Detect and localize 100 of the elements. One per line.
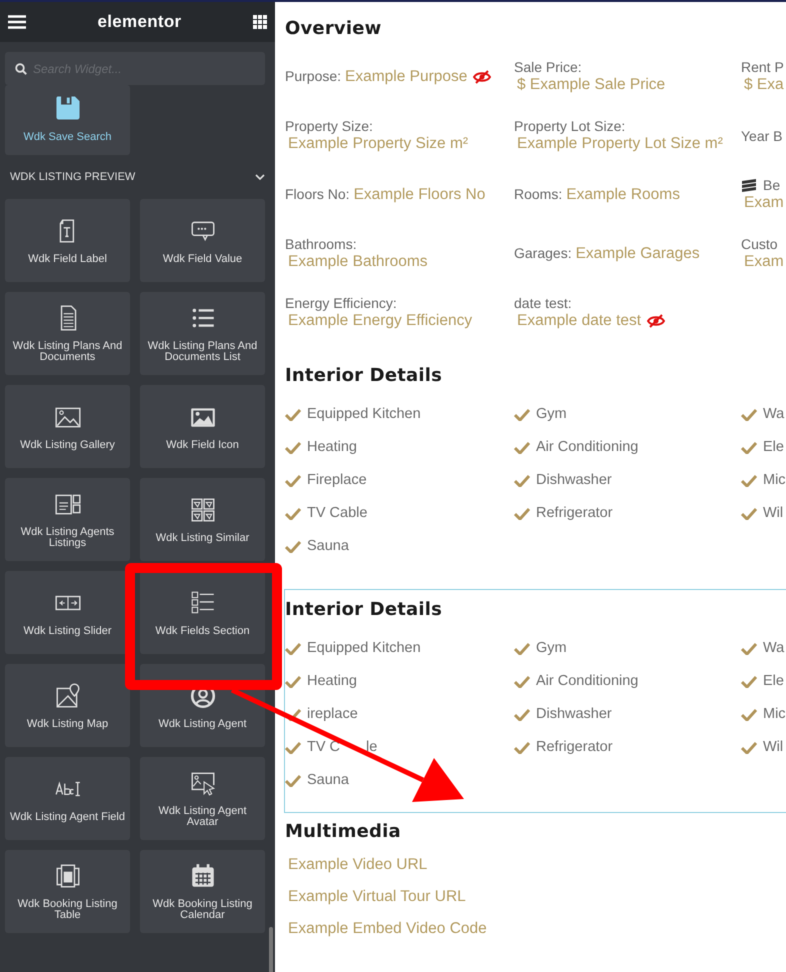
amenity-label: Refrigerator [536, 505, 613, 521]
amenity-label: Refrigerator [536, 739, 613, 755]
chevron-icon[interactable] [255, 174, 265, 180]
check-icon [285, 642, 301, 654]
grid-icon [188, 496, 216, 524]
field-value: Exam [743, 193, 784, 212]
amenity-label: Ele [763, 673, 784, 689]
field-label: Property Size: [285, 118, 373, 134]
elementor-logo: elementor [98, 12, 182, 32]
widget-card[interactable]: Wdk Listing Similar [140, 478, 265, 561]
field-value: Example Garages [576, 244, 700, 263]
widget-card[interactable]: Wdk Field Value [140, 199, 265, 282]
scrollbar-thumb[interactable] [269, 927, 273, 972]
widget-card[interactable]: Wdk Listing Gallery [5, 385, 130, 468]
widget-card[interactable]: Wdk Field Label [5, 199, 130, 282]
amenity-label: Equipped Kitchen [307, 406, 421, 422]
field-value: $ Example Sale Price [516, 75, 666, 94]
amenity-label: Wa [763, 640, 784, 656]
amenity-label: Gym [536, 406, 567, 422]
eye-slash-icon [473, 70, 492, 84]
amenity-label: Dishwasher [536, 472, 612, 488]
amenity-label: Air Conditioning [536, 439, 638, 455]
field-label: Rent P [741, 59, 784, 75]
field-value: Example Bathrooms [287, 252, 428, 271]
check-icon [514, 642, 530, 654]
field-value: $ Exa [743, 75, 784, 94]
field-label: Energy Efficiency: [285, 295, 397, 311]
widget-card[interactable]: Wdk Field Icon [140, 385, 265, 468]
widget-card[interactable]: Wdk Save Search [5, 85, 130, 155]
check-icon [741, 708, 757, 720]
check-icon [285, 774, 301, 786]
widget-card[interactable]: Wdk Listing Agent Avatar [140, 757, 265, 840]
check-icon [514, 740, 530, 754]
map-pin-icon [54, 682, 82, 710]
check-icon [285, 740, 301, 754]
field-value: Exam [743, 252, 784, 271]
menu-icon[interactable] [8, 15, 26, 29]
check-icon [514, 506, 530, 520]
amenity-label: Wil [763, 739, 784, 755]
check-icon [285, 674, 301, 688]
amenity-label: Wil [763, 505, 784, 521]
search-icon [15, 63, 27, 75]
amenity-label: Fireplace [307, 472, 367, 488]
amenity-label: ireplace [307, 706, 358, 722]
check-icon [514, 708, 530, 720]
field-label: Floors No: [285, 186, 350, 202]
field-label: Property Lot Size: [514, 118, 626, 134]
apps-grid-icon[interactable] [252, 15, 267, 29]
field-value: Example Floors No [354, 185, 486, 204]
amenity-label: Heating [307, 439, 357, 455]
check-icon [514, 440, 530, 454]
check-icon [514, 474, 530, 486]
check-icon [285, 506, 301, 520]
check-icon [741, 506, 757, 520]
amenity-label: TV Cable [307, 505, 368, 521]
amenity-label: Heating [307, 673, 357, 689]
field-value: Example Property Lot Size m² [516, 134, 723, 153]
widget-card[interactable]: Wdk Fields Section [140, 571, 265, 654]
field-label: Purpose: [285, 68, 342, 84]
widget-card[interactable]: Wdk Listing Map [5, 664, 130, 747]
field-label: Sale Price: [514, 59, 582, 75]
check-icon [285, 474, 301, 486]
field-value: Example date test [516, 311, 642, 330]
widget-card[interactable]: Wdk Listing Plans And Documents [5, 292, 130, 375]
field-value: Example Property Size m² [287, 134, 468, 153]
check-icon [514, 408, 530, 420]
amenity-label: Wa [763, 406, 784, 422]
field-value: Example Energy Efficiency [287, 311, 472, 330]
widget-card[interactable]: Wdk Booking Listing Calendar [140, 850, 265, 933]
category-title: WDK LISTING PREVIEW [10, 171, 136, 183]
amenity-label: Dishwasher [536, 706, 612, 722]
field-label: Custo [741, 236, 778, 252]
check-icon [285, 540, 301, 552]
amenity-label: Equipped Kitchen [307, 640, 421, 656]
check-icon [285, 408, 301, 420]
widget-card[interactable]: Wdk Listing Plans And Documents List [140, 292, 265, 375]
amenity-label: Ele [763, 439, 784, 455]
amenity-label: le [366, 739, 378, 755]
field-label: date test: [514, 295, 572, 311]
amenity-label: Mic [763, 472, 786, 488]
check-icon [741, 408, 757, 420]
amenity-label: Sauna [307, 772, 349, 788]
field-label: Rooms: [514, 186, 562, 202]
widget-card[interactable]: Wdk Booking Listing Table [5, 850, 130, 933]
section-heading: Interior Details [285, 365, 444, 386]
amenity-label: Mic [763, 706, 786, 722]
widget-card[interactable]: Wdk Listing Agents Listings [5, 478, 130, 561]
section-heading: Overview [285, 18, 382, 39]
check-icon [741, 474, 757, 486]
field-label: Garages: [514, 245, 572, 261]
check-icon [741, 440, 757, 454]
field-label: Year B [741, 128, 783, 144]
widget-card[interactable]: Wdk Listing Agent Field [5, 757, 130, 840]
eye-slash-icon [647, 314, 666, 328]
section-heading: Interior Details [285, 599, 444, 620]
field-label: Bathrooms: [285, 236, 357, 252]
field-value: Example Purpose [345, 67, 468, 86]
check-icon [741, 642, 757, 654]
amenity-label: Sauna [307, 538, 349, 554]
field-value: Example Rooms [566, 185, 680, 204]
